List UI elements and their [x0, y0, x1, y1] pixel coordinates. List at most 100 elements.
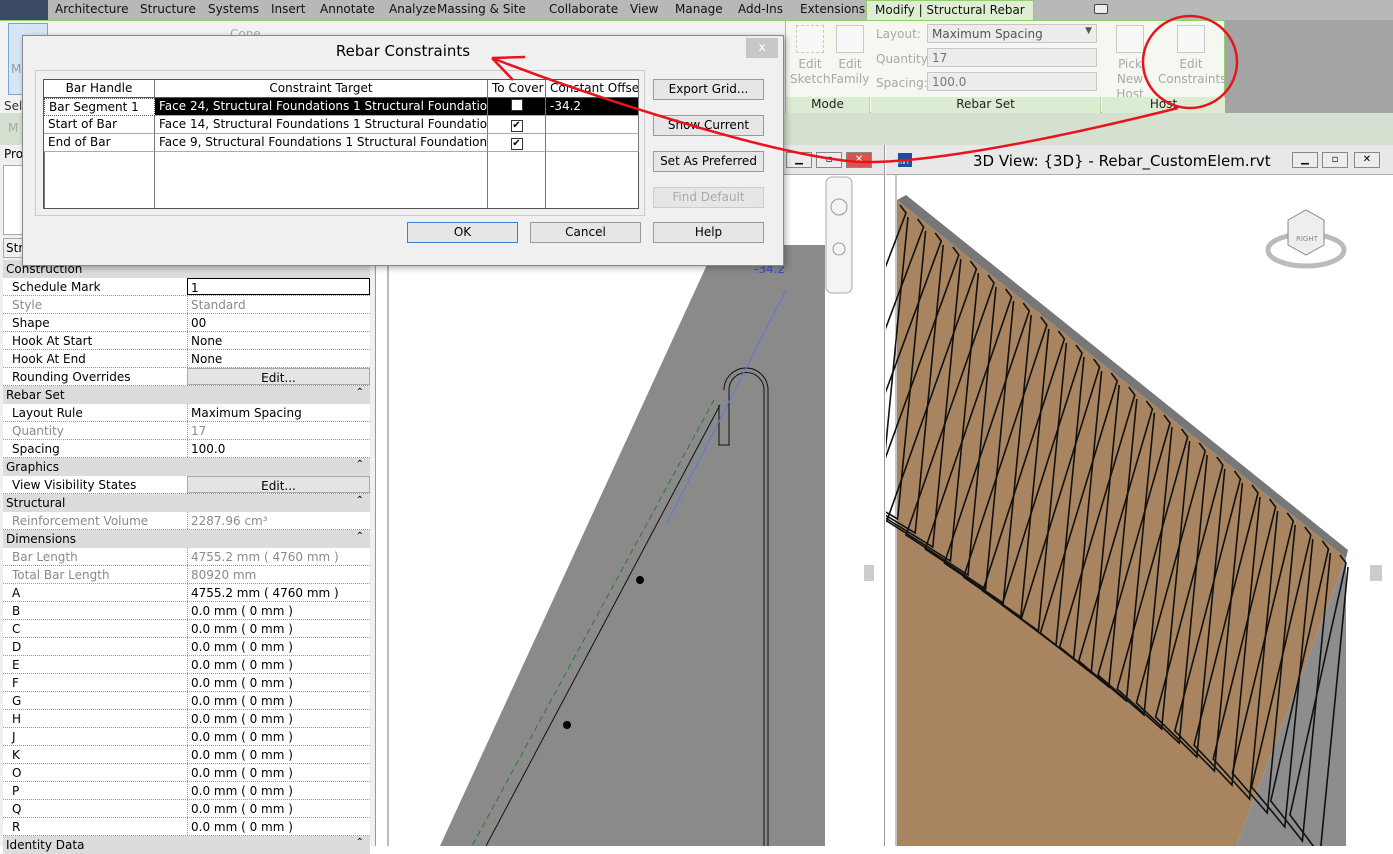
- property-value[interactable]: Maximum Spacing: [187, 404, 370, 421]
- constraints-grid[interactable]: Bar Handle Constraint Target To Cover Const…: [43, 79, 639, 209]
- property-value[interactable]: 00: [187, 314, 370, 331]
- bar-handle-cell[interactable]: End of Bar: [44, 134, 155, 152]
- column-header[interactable]: Constraint Target: [155, 80, 488, 98]
- property-value[interactable]: 0.0 mm ( 0 mm ): [187, 602, 370, 619]
- property-row: K 0.0 mm ( 0 mm ): [3, 746, 370, 764]
- tab-manage[interactable]: Manage: [675, 2, 723, 16]
- set-as-preferred-button[interactable]: Set As Preferred: [653, 151, 764, 172]
- cancel-button[interactable]: Cancel: [530, 222, 641, 243]
- ribbon-toggle-icon[interactable]: [1094, 4, 1108, 14]
- property-value[interactable]: None: [187, 350, 370, 367]
- property-group-header[interactable]: Graphics ⌃: [3, 458, 370, 476]
- property-label: B: [12, 604, 21, 618]
- close-button[interactable]: ✕: [1354, 152, 1380, 168]
- to-cover-cell[interactable]: [488, 98, 546, 116]
- property-value[interactable]: 4755.2 mm ( 4760 mm ): [187, 584, 370, 601]
- constraint-target-cell[interactable]: Face 9, Structural Foundations 1 Structu…: [155, 134, 488, 152]
- property-value[interactable]: 0.0 mm ( 0 mm ): [187, 818, 370, 835]
- to-cover-checkbox[interactable]: [510, 99, 523, 111]
- tab-extensions[interactable]: Extensions: [800, 2, 865, 16]
- edit-family-button[interactable]: Edit Family: [830, 25, 870, 87]
- collapse-icon[interactable]: ⌃: [356, 387, 364, 398]
- constraint-target-cell[interactable]: Face 24, Structural Foundations 1 Struct…: [155, 98, 488, 116]
- app-logo[interactable]: [0, 0, 48, 20]
- navigation-bar[interactable]: [825, 176, 853, 294]
- tab-add-ins[interactable]: Add-Ins: [738, 2, 783, 16]
- property-value[interactable]: 0.0 mm ( 0 mm ): [187, 710, 370, 727]
- property-value[interactable]: Edit...: [187, 368, 370, 385]
- pick-new-host-button[interactable]: Pick New Host: [1104, 25, 1156, 102]
- constant-offset-cell[interactable]: -34.2: [546, 98, 639, 116]
- property-value[interactable]: 0.0 mm ( 0 mm ): [187, 782, 370, 799]
- property-value[interactable]: 0.0 mm ( 0 mm ): [187, 638, 370, 655]
- property-group-header[interactable]: Rebar Set ⌃: [3, 386, 370, 404]
- scrollbar[interactable]: [864, 565, 874, 581]
- edit-constraints-button[interactable]: Edit Constraints: [1158, 25, 1226, 87]
- viewcube[interactable]: RIGHT: [1265, 209, 1347, 269]
- bar-handle-cell[interactable]: Bar Segment 1: [44, 98, 155, 116]
- property-group-header[interactable]: Structural ⌃: [3, 494, 370, 512]
- to-cover-cell[interactable]: ✔: [488, 116, 546, 134]
- tab-view[interactable]: View: [630, 2, 658, 16]
- tab-analyze[interactable]: Analyze: [389, 2, 436, 16]
- constant-offset-cell[interactable]: [546, 134, 639, 152]
- tab-annotate[interactable]: Annotate: [320, 2, 375, 16]
- property-value[interactable]: 0.0 mm ( 0 mm ): [187, 674, 370, 691]
- collapse-icon[interactable]: ⌃: [356, 837, 364, 848]
- property-row: D 0.0 mm ( 0 mm ): [3, 638, 370, 656]
- tab-architecture[interactable]: Architecture: [55, 2, 128, 16]
- tab-structure[interactable]: Structure: [140, 2, 196, 16]
- property-value[interactable]: 0.0 mm ( 0 mm ): [187, 620, 370, 637]
- constraint-target-cell[interactable]: Face 14, Structural Foundations 1 Struct…: [155, 116, 488, 134]
- to-cover-checkbox[interactable]: ✔: [510, 138, 523, 150]
- property-value[interactable]: Edit...: [187, 476, 370, 493]
- 3d-view-window[interactable]: RVT 3D View: {3D} - Rebar_CustomElem.rvt…: [886, 145, 1393, 846]
- tab-insert[interactable]: Insert: [271, 2, 305, 16]
- tab-massing-site[interactable]: Massing & Site: [437, 2, 526, 16]
- scrollbar[interactable]: [1370, 565, 1382, 581]
- property-value[interactable]: 0.0 mm ( 0 mm ): [187, 746, 370, 763]
- property-value[interactable]: 0.0 mm ( 0 mm ): [187, 728, 370, 745]
- property-value[interactable]: 0.0 mm ( 0 mm ): [187, 800, 370, 817]
- bar-handle-cell[interactable]: Start of Bar: [44, 116, 155, 134]
- property-label: K: [12, 748, 20, 762]
- to-cover-cell[interactable]: ✔: [488, 134, 546, 152]
- minimize-button[interactable]: ▁: [1292, 152, 1318, 168]
- property-value[interactable]: 1: [187, 278, 370, 295]
- property-value[interactable]: 0.0 mm ( 0 mm ): [187, 764, 370, 781]
- panel-mode-label: Mode: [786, 97, 870, 114]
- edit-sketch-button[interactable]: Edit Sketch: [790, 25, 830, 87]
- help-button[interactable]: Help: [653, 222, 764, 243]
- layout-dropdown[interactable]: Maximum Spacing ▼: [927, 24, 1097, 43]
- property-label: H: [12, 712, 22, 726]
- column-header[interactable]: Constant Offset: [546, 80, 639, 98]
- property-group-header[interactable]: Dimensions ⌃: [3, 530, 370, 548]
- close-button[interactable]: ✕: [846, 152, 872, 168]
- property-value[interactable]: None: [187, 332, 370, 349]
- property-value[interactable]: 0.0 mm ( 0 mm ): [187, 692, 370, 709]
- minimize-button[interactable]: ▁: [786, 152, 812, 168]
- tab-modify-structural-rebar[interactable]: Modify | Structural Rebar: [866, 0, 1034, 21]
- property-group-header[interactable]: Identity Data ⌃: [3, 836, 370, 854]
- property-value[interactable]: 100.0: [187, 440, 370, 457]
- ok-button[interactable]: OK: [407, 222, 518, 243]
- tab-collaborate[interactable]: Collaborate: [549, 2, 618, 16]
- column-header[interactable]: Bar Handle: [44, 80, 155, 98]
- quantity-stepper[interactable]: 17: [927, 48, 1097, 67]
- find-default-button[interactable]: Find Default: [653, 187, 764, 208]
- tab-systems[interactable]: Systems: [208, 2, 259, 16]
- property-value[interactable]: 0.0 mm ( 0 mm ): [187, 656, 370, 673]
- dialog-close-button[interactable]: x: [746, 38, 778, 58]
- restore-button[interactable]: ▫: [1322, 152, 1348, 168]
- export-grid-button[interactable]: Export Grid...: [653, 79, 764, 100]
- to-cover-checkbox[interactable]: ✔: [510, 120, 523, 132]
- show-current-button[interactable]: Show Current: [653, 115, 764, 136]
- spacing-input[interactable]: 100.0: [927, 72, 1097, 91]
- column-header[interactable]: To Cover: [488, 80, 546, 98]
- property-value: 2287.96 cm³: [187, 512, 370, 529]
- constant-offset-cell[interactable]: [546, 116, 639, 134]
- collapse-icon[interactable]: ⌃: [356, 495, 364, 506]
- restore-button[interactable]: ▫: [816, 152, 842, 168]
- collapse-icon[interactable]: ⌃: [356, 459, 364, 470]
- collapse-icon[interactable]: ⌃: [356, 531, 364, 542]
